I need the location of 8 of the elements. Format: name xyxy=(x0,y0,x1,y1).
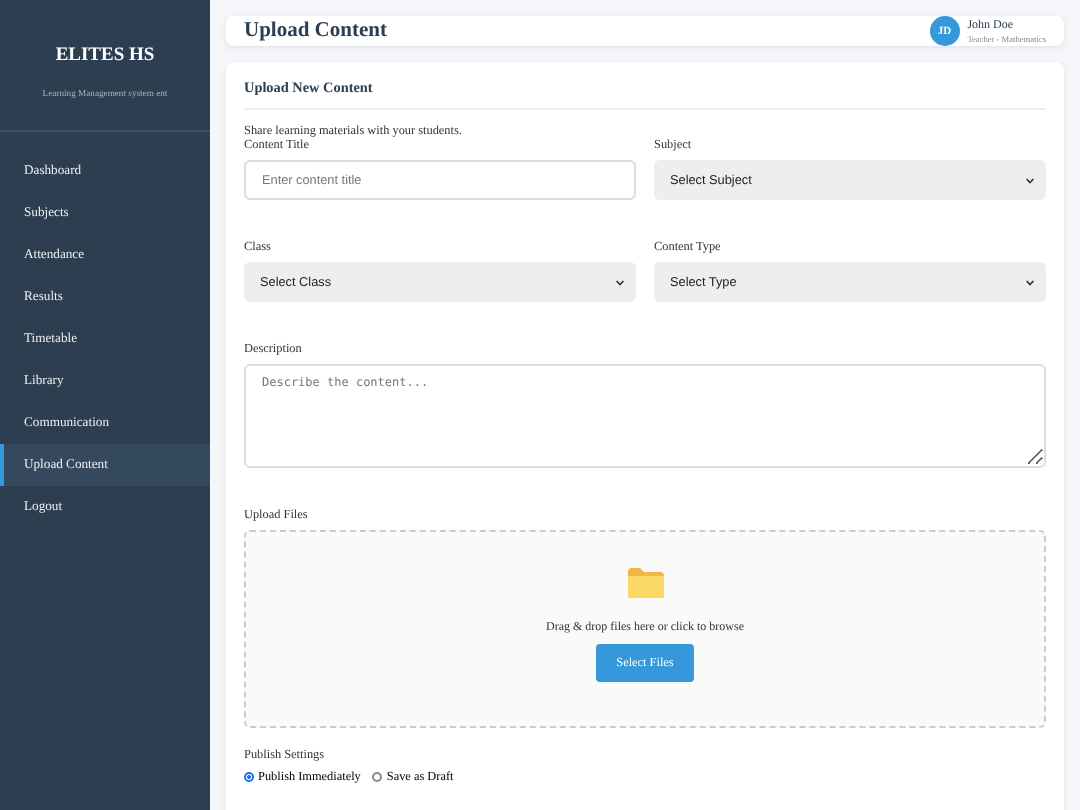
radio-button[interactable] xyxy=(372,772,383,782)
brand-title: ELITES HS xyxy=(55,46,155,66)
radio-button[interactable] xyxy=(244,772,254,782)
page-title: Upload Content xyxy=(244,20,387,42)
caret-icon xyxy=(616,279,624,285)
caret-icon xyxy=(1026,177,1034,183)
caret-icon xyxy=(1026,279,1034,285)
folder-icon xyxy=(625,566,665,600)
